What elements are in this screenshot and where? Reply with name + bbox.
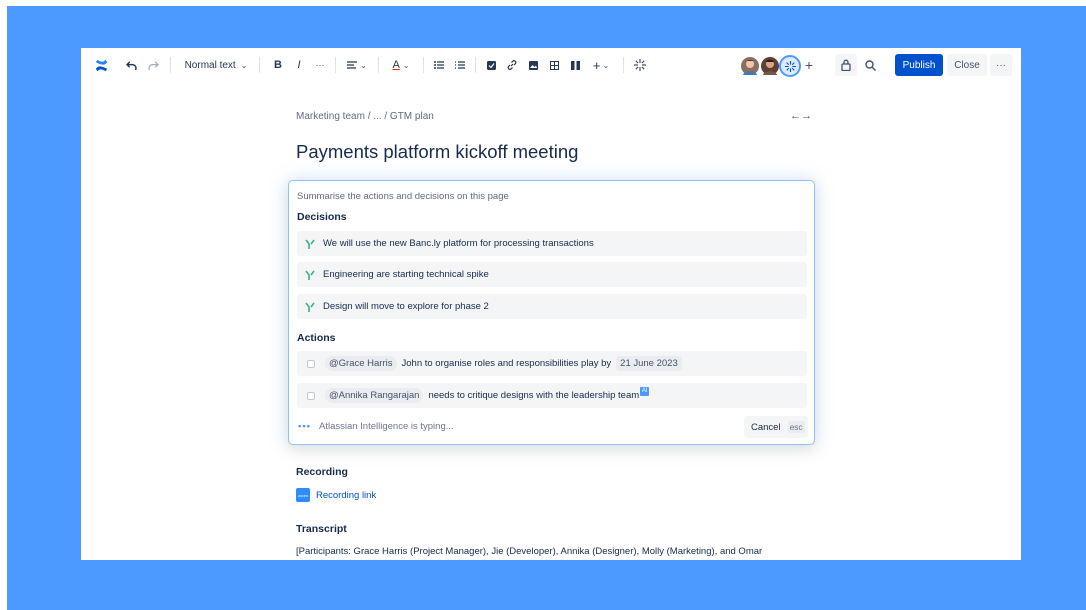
toolbar-divider — [623, 57, 624, 73]
editor-toolbar: Normal text ⌄ B I ··· ⌄ A ⌄ + ⌄ + Publis… — [81, 48, 1021, 82]
atlassian-intelligence-icon — [784, 60, 796, 72]
decision-icon — [297, 270, 323, 280]
decision-item[interactable]: Engineering are starting technical spike — [297, 262, 807, 287]
insert-dropdown[interactable]: + ⌄ — [589, 48, 613, 82]
toolbar-divider — [170, 57, 171, 73]
text-style-dropdown[interactable]: Normal text ⌄ — [182, 48, 250, 82]
table-icon[interactable] — [548, 48, 560, 82]
date-chip[interactable]: 21 June 2023 — [616, 356, 682, 371]
confluence-logo-icon[interactable] — [93, 48, 109, 82]
zoom-icon: zoom — [296, 488, 310, 502]
toolbar-divider — [378, 57, 379, 73]
esc-shortcut: esc — [787, 421, 805, 433]
image-icon[interactable] — [527, 48, 539, 82]
text-style-label: Normal text — [184, 59, 236, 71]
recording-heading: Recording — [296, 466, 348, 478]
italic-button[interactable]: I — [292, 48, 306, 82]
decision-icon — [297, 302, 323, 312]
text-color-icon: A — [392, 59, 400, 71]
atlassian-intelligence-icon[interactable] — [633, 48, 647, 82]
user-mention[interactable]: @Annika Rangarajan — [325, 388, 424, 403]
action-item-icon[interactable] — [485, 48, 497, 82]
find-button[interactable] — [859, 54, 881, 76]
transcript-heading: Transcript — [296, 523, 347, 535]
decision-text: Engineering are starting technical spike — [323, 269, 489, 280]
link-icon[interactable] — [506, 48, 518, 82]
chevron-down-icon: ⌄ — [402, 60, 410, 70]
breadcrumb[interactable]: Marketing team / ... / GTM plan — [296, 111, 434, 122]
numbered-list-icon[interactable] — [454, 48, 466, 82]
close-button[interactable]: Close — [947, 54, 987, 76]
avatar[interactable] — [739, 55, 761, 77]
decision-icon — [297, 239, 323, 249]
publish-button[interactable]: Publish — [895, 54, 943, 76]
ai-cursor-badge: AI — [640, 387, 650, 396]
toolbar-divider — [423, 57, 424, 73]
bullet-list-icon[interactable] — [433, 48, 445, 82]
action-item[interactable]: @Grace Harris John to organise roles and… — [297, 351, 807, 376]
align-left-icon — [347, 61, 358, 69]
redo-icon[interactable] — [146, 48, 160, 82]
typing-dots-icon: ••• — [298, 421, 311, 432]
text-color-dropdown[interactable]: A ⌄ — [388, 48, 414, 82]
plus-icon: + — [804, 57, 814, 73]
ai-summary-panel: Summarise the actions and decisions on t… — [288, 180, 815, 445]
expand-width-icon[interactable]: ←→ — [790, 110, 812, 122]
ai-prompt-text: Summarise the actions and decisions on t… — [297, 191, 509, 202]
action-checkbox[interactable] — [307, 391, 315, 400]
action-text: John to organise roles and responsibilit… — [401, 358, 612, 369]
action-checkbox[interactable] — [307, 359, 315, 368]
chevron-down-icon: ⌄ — [240, 60, 248, 70]
chevron-down-icon: ⌄ — [360, 60, 367, 70]
editor-window: Normal text ⌄ B I ··· ⌄ A ⌄ + ⌄ + Publis… — [81, 48, 1021, 560]
typing-indicator: ••• Atlassian Intelligence is typing... — [298, 421, 454, 432]
alignment-dropdown[interactable]: ⌄ — [344, 48, 370, 82]
actions-heading: Actions — [297, 332, 336, 344]
lock-icon — [841, 59, 851, 71]
toolbar-divider — [259, 57, 260, 73]
undo-icon[interactable] — [124, 48, 138, 82]
decision-text: We will use the new Banc.ly platform for… — [323, 238, 594, 249]
decision-item[interactable]: We will use the new Banc.ly platform for… — [297, 231, 807, 256]
more-actions-button[interactable]: ··· — [990, 54, 1012, 76]
bold-button[interactable]: B — [271, 48, 285, 82]
more-formatting-button[interactable]: ··· — [312, 48, 328, 82]
recording-link[interactable]: zoom Recording link — [296, 488, 376, 502]
page-title[interactable]: Payments platform kickoff meeting — [296, 141, 578, 163]
search-icon — [864, 59, 876, 71]
add-collaborator-button[interactable]: + — [801, 48, 817, 82]
layout-icon[interactable] — [569, 48, 581, 82]
ai-avatar[interactable] — [779, 55, 801, 77]
decision-text: Design will move to explore for phase 2 — [323, 301, 489, 312]
plus-icon: + — [592, 57, 601, 73]
action-item[interactable]: @Annika Rangarajan needs to critique des… — [297, 383, 807, 408]
transcript-text: [Participants: Grace Harris (Project Man… — [296, 546, 763, 557]
decision-item[interactable]: Design will move to explore for phase 2 — [297, 294, 807, 319]
avatar[interactable] — [759, 55, 781, 77]
cancel-label: Cancel — [751, 421, 781, 433]
toolbar-divider — [335, 57, 336, 73]
recording-link-label[interactable]: Recording link — [316, 490, 376, 501]
action-text: needs to critique designs with the leade… — [428, 390, 640, 401]
toolbar-divider — [475, 57, 476, 73]
decisions-heading: Decisions — [297, 211, 347, 223]
cancel-button[interactable]: Cancel esc — [744, 416, 808, 438]
typing-status: Atlassian Intelligence is typing... — [318, 421, 454, 432]
chevron-down-icon: ⌄ — [602, 60, 610, 70]
restrictions-button[interactable] — [835, 54, 857, 76]
user-mention[interactable]: @Grace Harris — [325, 356, 397, 371]
